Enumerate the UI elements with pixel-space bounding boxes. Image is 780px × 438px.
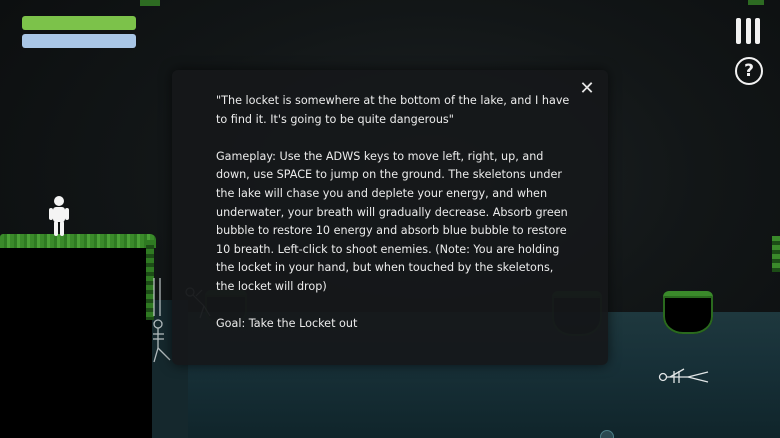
- hanging-grass: [140, 0, 160, 6]
- close-icon[interactable]: ✕: [578, 80, 596, 98]
- pause-menu-button[interactable]: [736, 18, 760, 44]
- pause-bars-icon: [736, 18, 741, 44]
- energy-fill: [22, 16, 136, 30]
- air-bubble: [600, 430, 614, 438]
- right-wall-grass: [772, 236, 780, 272]
- breath-bar: [22, 34, 136, 48]
- goal-text: Goal: Take the Locket out: [216, 317, 358, 331]
- pause-bars-icon: [745, 18, 751, 44]
- help-button[interactable]: ?: [735, 57, 763, 85]
- hanging-grass: [748, 0, 764, 5]
- cliff-grass: [0, 234, 156, 248]
- player-character: [49, 196, 69, 236]
- pause-bars-icon: [755, 18, 760, 44]
- instructions-text: "The locket is somewhere at the bottom o…: [216, 92, 572, 352]
- breath-fill: [22, 34, 136, 48]
- cliff-ground: [0, 242, 152, 438]
- story-quote: "The locket is somewhere at the bottom o…: [216, 94, 570, 126]
- gameplay-instructions: Gameplay: Use the ADWS keys to move left…: [216, 149, 568, 293]
- energy-bar: [22, 16, 136, 30]
- instructions-dialog: ✕ "The locket is somewhere at the bottom…: [172, 70, 608, 365]
- skeleton-enemy: [658, 368, 709, 383]
- floating-island: [663, 291, 713, 334]
